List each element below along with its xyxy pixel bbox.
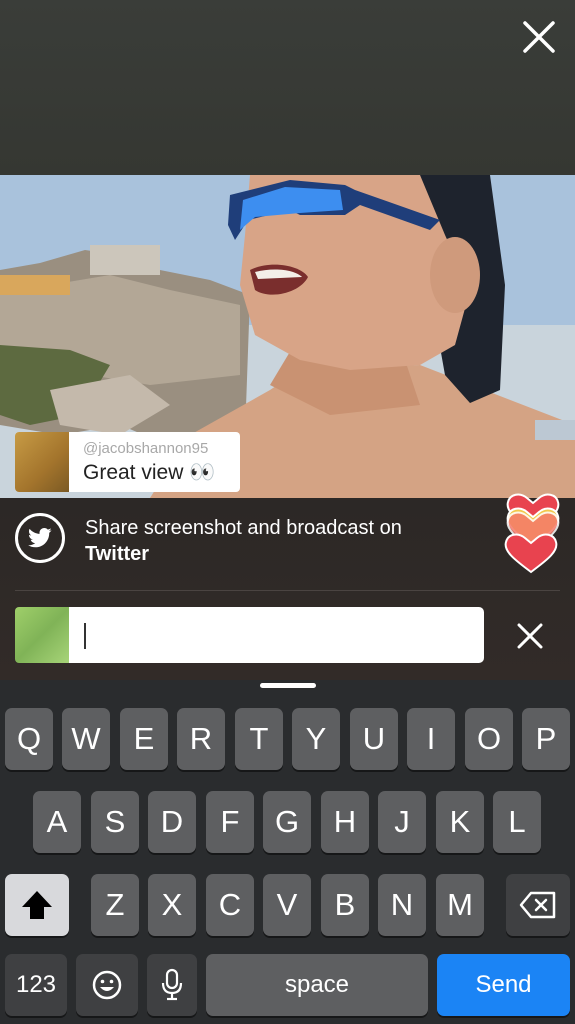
key-d[interactable]: D [148, 791, 196, 853]
key-f[interactable]: F [206, 791, 254, 853]
key-g[interactable]: G [263, 791, 311, 853]
share-text-twitter: Twitter [85, 543, 150, 565]
share-text[interactable]: Share screenshot and broadcast on Twitte… [85, 515, 485, 567]
key-s[interactable]: S [91, 791, 139, 853]
key-r[interactable]: R [177, 708, 225, 770]
commenter-username: @jacobshannon95 [83, 440, 209, 457]
comment-text: Great view 👀 [83, 461, 216, 484]
key-w[interactable]: W [62, 708, 110, 770]
key-q[interactable]: Q [5, 708, 53, 770]
key-o[interactable]: O [465, 708, 513, 770]
key-u[interactable]: U [350, 708, 398, 770]
key-a[interactable]: A [33, 791, 81, 853]
dictation-key[interactable] [147, 954, 197, 1016]
close-comment-button[interactable] [512, 618, 548, 654]
emoji-key[interactable] [76, 954, 138, 1016]
close-icon [517, 623, 543, 649]
key-i[interactable]: I [407, 708, 455, 770]
hearts-icon [500, 490, 570, 580]
text-cursor [84, 623, 86, 649]
shift-key[interactable] [5, 874, 69, 936]
space-key[interactable]: space [206, 954, 428, 1016]
key-k[interactable]: K [436, 791, 484, 853]
share-text-line1: Share screenshot and broadcast on [85, 517, 402, 539]
key-t[interactable]: T [235, 708, 283, 770]
commenter-avatar [15, 432, 69, 492]
comment-input[interactable] [69, 607, 484, 663]
numbers-key[interactable]: 123 [5, 954, 67, 1016]
twitter-share-button[interactable] [15, 513, 65, 563]
divider [15, 590, 560, 591]
twitter-bird-icon [28, 528, 52, 548]
key-b[interactable]: B [321, 874, 369, 936]
emoji-icon [92, 970, 122, 1000]
key-c[interactable]: C [206, 874, 254, 936]
key-p[interactable]: P [522, 708, 570, 770]
chat-comment: @jacobshannon95 Great view 👀 [15, 432, 240, 492]
key-h[interactable]: H [321, 791, 369, 853]
key-j[interactable]: J [378, 791, 426, 853]
send-button[interactable]: Send [437, 954, 570, 1016]
keyboard-handle[interactable] [260, 683, 316, 688]
key-l[interactable]: L [493, 791, 541, 853]
close-icon [523, 21, 555, 53]
key-m[interactable]: M [436, 874, 484, 936]
key-x[interactable]: X [148, 874, 196, 936]
microphone-icon [161, 968, 183, 1001]
top-dim-area [0, 0, 575, 175]
user-avatar [15, 607, 69, 663]
key-v[interactable]: V [263, 874, 311, 936]
key-y[interactable]: Y [292, 708, 340, 770]
key-e[interactable]: E [120, 708, 168, 770]
backspace-icon [519, 891, 556, 919]
shift-arrow-icon [22, 891, 52, 919]
key-n[interactable]: N [378, 874, 426, 936]
close-broadcast-button[interactable] [516, 14, 562, 60]
backspace-key[interactable] [506, 874, 570, 936]
key-z[interactable]: Z [91, 874, 139, 936]
